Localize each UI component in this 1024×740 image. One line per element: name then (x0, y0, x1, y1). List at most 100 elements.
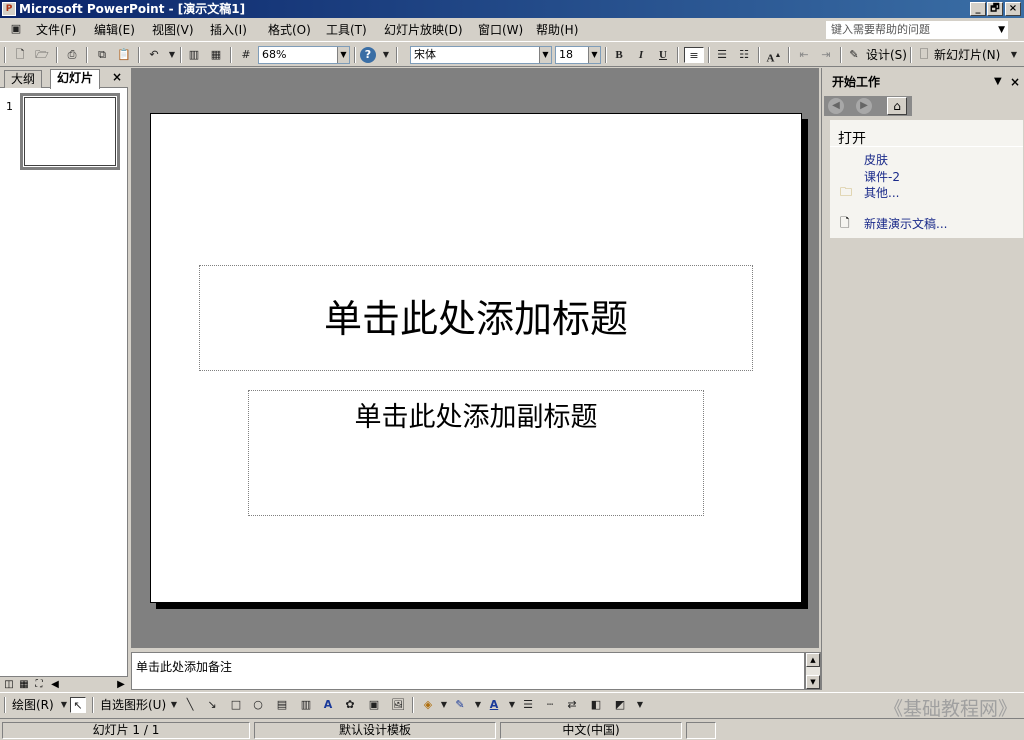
draw-menu-button[interactable]: 绘图(R) (12, 697, 54, 713)
powerpoint-app-icon[interactable]: P (2, 2, 16, 16)
menu-view[interactable]: 视图(V) (152, 22, 194, 38)
slide-thumbnail[interactable] (20, 93, 120, 170)
scroll-right-icon[interactable]: ▶ (114, 678, 128, 692)
new-slide-icon[interactable]: 🗌 (916, 47, 932, 63)
chevron-down-icon[interactable]: ▼ (539, 47, 551, 63)
undo-icon[interactable]: ↶ (146, 47, 162, 63)
design-button[interactable]: 设计(S) (866, 47, 907, 63)
menu-insert[interactable]: 插入(I) (210, 22, 247, 38)
notes-scrollbar[interactable]: ▲ ▼ (805, 652, 821, 690)
toolbar-options-icon[interactable]: ▼ (1006, 47, 1022, 63)
chevron-down-icon[interactable]: ▼ (588, 47, 600, 63)
line-icon[interactable]: ╲ (182, 697, 198, 713)
forward-icon[interactable]: ▶ (856, 98, 872, 114)
chevron-down-icon[interactable]: ▼ (994, 74, 1002, 90)
design-icon[interactable]: ✎ (846, 47, 862, 63)
slide-canvas[interactable]: 单击此处添加标题 单击此处添加副标题 (150, 113, 802, 603)
select-pointer-icon[interactable]: ↖ (70, 697, 86, 713)
menu-window[interactable]: 窗口(W) (478, 22, 523, 38)
normal-view-icon[interactable]: ◫ (2, 678, 16, 692)
insert-picture-icon[interactable]: 🖼 (390, 697, 406, 713)
wordart-icon[interactable]: A (320, 697, 336, 713)
tab-outline[interactable]: 大纲 (4, 70, 43, 88)
back-icon[interactable]: ◀ (828, 98, 844, 114)
document-menu-icon[interactable]: ▣ (8, 21, 24, 37)
open-icon[interactable]: 🗁 (34, 47, 50, 63)
oval-icon[interactable]: ○ (250, 697, 266, 713)
menu-edit[interactable]: 编辑(E) (94, 22, 135, 38)
chevron-down-icon[interactable]: ▼ (337, 47, 349, 63)
paste-icon[interactable]: 📋 (116, 47, 132, 63)
help-icon[interactable]: ? (360, 47, 376, 63)
line-color-icon[interactable]: ✎ (452, 697, 468, 713)
textbox-icon[interactable]: ▤ (274, 697, 290, 713)
recent-file-link[interactable]: 皮肤 (864, 151, 888, 168)
subtitle-placeholder[interactable]: 单击此处添加副标题 (248, 390, 704, 516)
grid-icon[interactable]: # (238, 47, 254, 63)
clipart-icon[interactable]: ▣ (366, 697, 382, 713)
help-dropdown-icon[interactable]: ▼ (378, 47, 394, 63)
chevron-down-icon[interactable]: ▼ (470, 697, 486, 713)
increase-indent-icon[interactable]: ⇥ (818, 47, 834, 63)
menu-file[interactable]: 文件(F) (36, 22, 76, 38)
chevron-down-icon[interactable]: ▼ (166, 697, 182, 713)
insert-table-icon[interactable]: ▦ (208, 47, 224, 63)
scroll-left-icon[interactable]: ◀ (48, 678, 62, 692)
toolbar-options-icon[interactable]: ▼ (632, 697, 648, 713)
numbered-list-icon[interactable]: ☰ (714, 47, 730, 63)
slide-sorter-view-icon[interactable]: ▦ (17, 678, 31, 692)
italic-button[interactable]: I (633, 47, 649, 63)
arrow-style-icon[interactable]: ⇄ (564, 697, 580, 713)
scroll-up-icon[interactable]: ▲ (806, 653, 820, 667)
copy-icon[interactable]: ⧉ (94, 47, 110, 63)
open-more-link[interactable]: 其他... (864, 184, 899, 201)
undo-dropdown-icon[interactable]: ▼ (164, 47, 180, 63)
rectangle-icon[interactable]: □ (228, 697, 244, 713)
diagram-icon[interactable]: ✿ (342, 697, 358, 713)
vertical-textbox-icon[interactable]: ▥ (298, 697, 314, 713)
increase-font-size-icon[interactable]: A▲ (766, 47, 782, 65)
menu-slideshow[interactable]: 幻灯片放映(D) (384, 22, 463, 38)
menu-help[interactable]: 帮助(H) (536, 22, 578, 38)
new-document-icon[interactable]: 🗋 (12, 47, 28, 63)
bullet-list-icon[interactable]: ☷ (736, 47, 752, 63)
home-icon[interactable]: ⌂ (887, 97, 907, 115)
zoom-select[interactable]: 68% ▼ (258, 46, 350, 64)
arrow-icon[interactable]: ↘ (204, 697, 220, 713)
notes-pane[interactable]: 单击此处添加备注 (131, 652, 805, 690)
help-search-input[interactable]: 键入需要帮助的问题 ▼ (826, 21, 1008, 39)
dash-style-icon[interactable]: ┄ (542, 697, 558, 713)
new-slide-button[interactable]: 新幻灯片(N) (934, 47, 1000, 63)
align-left-icon[interactable]: ≡ (684, 47, 704, 63)
insert-chart-icon[interactable]: ▥ (186, 47, 202, 63)
fill-color-icon[interactable]: ◈ (420, 697, 436, 713)
tab-slides[interactable]: 幻灯片 (50, 69, 101, 89)
restore-button[interactable]: 🗗 (987, 2, 1003, 16)
new-presentation-link[interactable]: 新建演示文稿... (864, 215, 947, 232)
minimize-button[interactable]: _ (970, 2, 986, 16)
underline-button[interactable]: U (655, 47, 671, 63)
close-window-button[interactable]: × (1005, 2, 1021, 16)
chevron-down-icon[interactable]: ▼ (998, 22, 1005, 38)
font-name-select[interactable]: 宋体 ▼ (410, 46, 552, 64)
shadow-icon[interactable]: ◧ (588, 697, 604, 713)
font-size-select[interactable]: 18 ▼ (555, 46, 601, 64)
title-placeholder[interactable]: 单击此处添加标题 (199, 265, 753, 371)
help-search-placeholder: 键入需要帮助的问题 (831, 23, 930, 36)
recent-file-link[interactable]: 课件-2 (864, 168, 900, 185)
3d-icon[interactable]: ◩ (612, 697, 628, 713)
close-icon[interactable]: × (1010, 74, 1020, 90)
font-color-icon[interactable]: A (486, 697, 502, 713)
decrease-indent-icon[interactable]: ⇤ (796, 47, 812, 63)
line-style-icon[interactable]: ☰ (520, 697, 536, 713)
print-icon[interactable]: ⎙ (64, 47, 80, 63)
chevron-down-icon[interactable]: ▼ (436, 697, 452, 713)
slideshow-view-icon[interactable]: ⛶ (32, 678, 46, 692)
autoshapes-button[interactable]: 自选图形(U) (100, 697, 166, 713)
scroll-down-icon[interactable]: ▼ (806, 675, 820, 689)
close-icon[interactable]: × (112, 70, 122, 84)
menu-tools[interactable]: 工具(T) (326, 22, 367, 38)
menu-format[interactable]: 格式(O) (268, 22, 311, 38)
bold-button[interactable]: B (611, 47, 627, 63)
chevron-down-icon[interactable]: ▼ (504, 697, 520, 713)
